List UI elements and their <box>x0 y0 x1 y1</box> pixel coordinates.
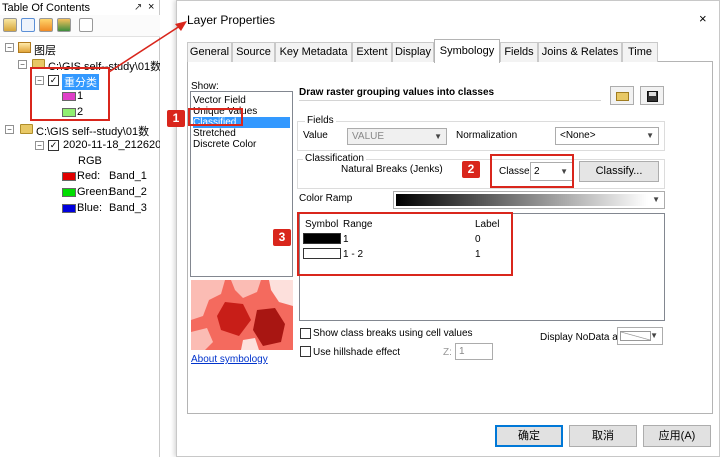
z-label: Z: <box>443 347 452 358</box>
band-name: Band_2 <box>109 186 147 198</box>
layer-visibility-checkbox[interactable]: ✓ <box>48 140 59 151</box>
dialog-title: Layer Properties <box>187 13 276 27</box>
toc-highlight-box <box>30 67 110 121</box>
band-swatch <box>62 188 76 197</box>
symbology-preview-image <box>191 280 293 350</box>
band-channel: Green: <box>77 186 111 198</box>
tab-key-metadata[interactable]: Key Metadata <box>275 42 352 62</box>
color-ramp-dropdown[interactable]: ▼ <box>393 191 665 209</box>
expand-toggle-icon[interactable]: − <box>35 141 44 150</box>
chevron-down-icon: ▼ <box>650 331 658 340</box>
options-icon[interactable] <box>79 18 93 32</box>
group-label[interactable]: 图层 <box>34 42 56 58</box>
heading-underline <box>299 100 601 101</box>
show-item-stretched[interactable]: Stretched <box>193 128 236 139</box>
band-channel: Red: <box>77 170 101 182</box>
class-table-highlight-box <box>297 212 513 276</box>
normalization-dropdown[interactable]: <None> ▼ <box>555 127 659 145</box>
cancel-button[interactable]: 取消 <box>569 425 637 447</box>
band-swatch <box>62 172 76 181</box>
band-name: Band_3 <box>109 202 147 214</box>
callout-3: 3 <box>273 229 291 246</box>
tab-symbology[interactable]: Symbology <box>434 39 500 63</box>
value-field-dropdown[interactable]: VALUE ▼ <box>347 128 447 145</box>
hillshade-checkbox[interactable] <box>300 346 311 357</box>
tab-fields[interactable]: Fields <box>500 42 538 62</box>
classification-group-label: Classification <box>303 153 366 164</box>
band-name: Band_1 <box>109 170 147 182</box>
list-by-source-icon[interactable] <box>21 18 35 32</box>
symbology-heading: Draw raster grouping values into classes <box>299 87 495 98</box>
list-by-selection-icon[interactable] <box>57 18 71 32</box>
classification-method: Natural Breaks (Jenks) <box>341 164 443 175</box>
chevron-down-icon: ▼ <box>646 131 654 140</box>
normalization-label: Normalization <box>456 130 518 141</box>
z-factor-input[interactable]: 1 <box>455 343 493 360</box>
tab-extent[interactable]: Extent <box>352 42 392 62</box>
show-item-discrete-color[interactable]: Discrete Color <box>193 139 256 150</box>
toc-title: Table Of Contents <box>2 2 91 14</box>
classes-highlight-box <box>490 154 574 188</box>
open-folder-icon[interactable] <box>610 86 634 105</box>
ok-button[interactable]: 确定 <box>495 425 563 447</box>
list-by-visibility-icon[interactable] <box>39 18 53 32</box>
layer-path[interactable]: C:\GIS self--study\01数 <box>36 123 160 139</box>
apply-button[interactable]: 应用(A) <box>643 425 711 447</box>
tab-joins-relates[interactable]: Joins & Relates <box>538 42 622 62</box>
expand-toggle-icon[interactable]: − <box>5 125 14 134</box>
about-symbology-link[interactable]: About symbology <box>191 354 268 365</box>
classify-button[interactable]: Classify... <box>579 161 659 182</box>
folder-icon <box>20 124 33 134</box>
normalization-text: <None> <box>560 130 596 141</box>
layers-icon <box>18 42 31 53</box>
expand-toggle-icon[interactable]: − <box>5 43 14 52</box>
band-channel: Blue: <box>77 202 103 214</box>
tab-time[interactable]: Time <box>622 42 658 62</box>
pointer-arrow <box>108 21 187 73</box>
value-field-text: VALUE <box>352 131 385 142</box>
chevron-down-icon: ▼ <box>652 195 660 204</box>
nodata-color-dropdown[interactable]: ▼ <box>617 327 663 345</box>
show-class-breaks-label: Show class breaks using cell values <box>313 328 473 339</box>
tab-source[interactable]: Source <box>232 42 275 62</box>
band-swatch <box>62 204 76 213</box>
color-ramp-gradient <box>396 194 648 206</box>
show-item-vector-field[interactable]: Vector Field <box>193 95 246 106</box>
callout-1: 1 <box>167 110 185 127</box>
nodata-swatch <box>620 331 651 341</box>
callout-2: 2 <box>462 161 480 178</box>
hillshade-label: Use hillshade effect <box>313 347 401 358</box>
list-by-drawing-order-icon[interactable] <box>3 18 17 32</box>
tab-display[interactable]: Display <box>392 42 434 62</box>
show-class-breaks-checkbox[interactable] <box>300 328 311 339</box>
close-icon[interactable]: × <box>699 11 707 26</box>
expand-toggle-icon[interactable]: − <box>18 60 27 69</box>
color-ramp-label: Color Ramp <box>299 193 353 204</box>
save-icon[interactable] <box>640 86 664 105</box>
nodata-label: Display NoData as <box>540 332 623 343</box>
chevron-down-icon: ▼ <box>434 132 442 141</box>
render-mode-label: RGB <box>78 155 102 167</box>
layer-name[interactable]: 2020-11-18_212620 <box>63 139 160 151</box>
fields-group-label: Fields <box>305 115 336 126</box>
value-label: Value <box>303 130 328 141</box>
classified-highlight-box <box>188 108 243 126</box>
tab-bar: General Source Key Metadata Extent Displ… <box>187 39 713 63</box>
